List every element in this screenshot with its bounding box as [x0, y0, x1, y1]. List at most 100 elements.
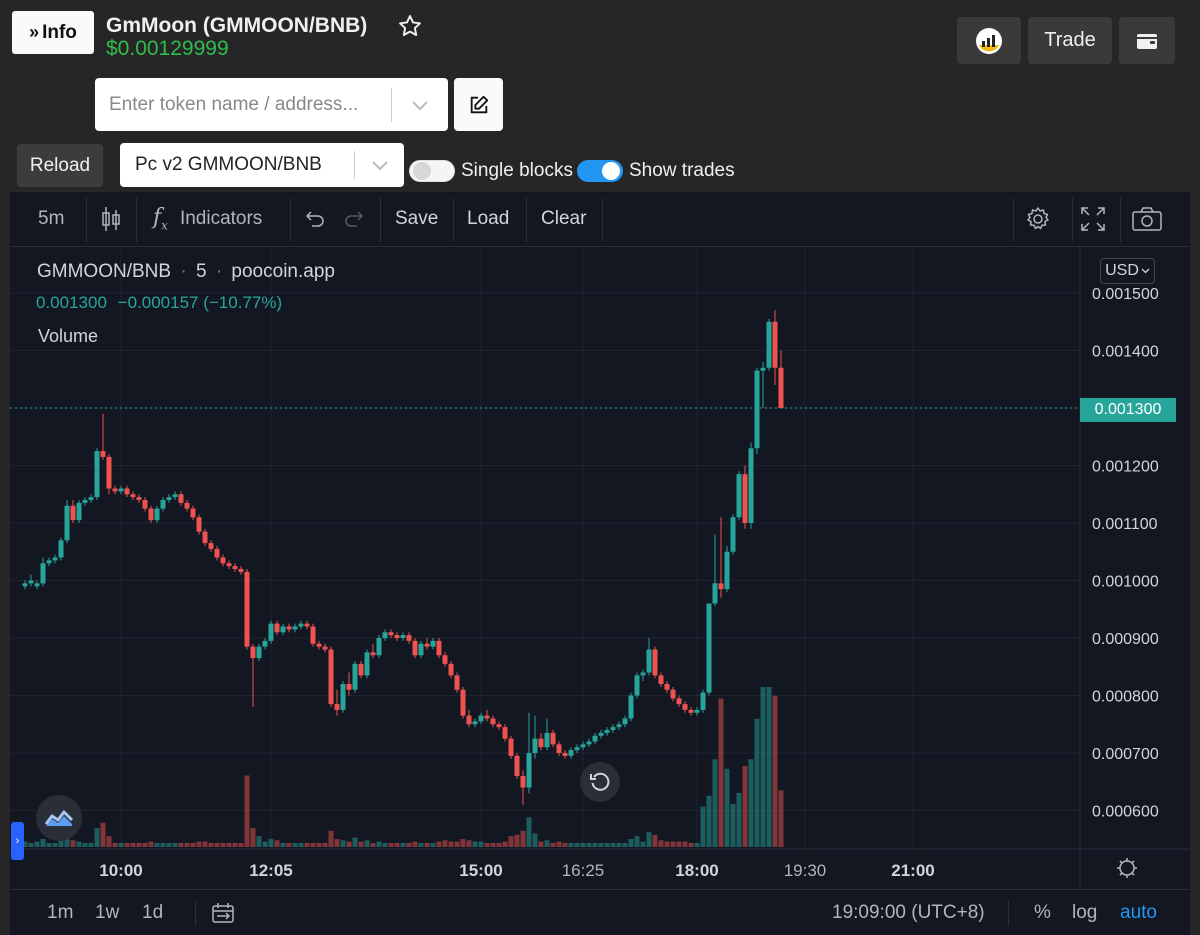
candle: [544, 732, 550, 748]
volume-bar: [136, 842, 142, 847]
volume-bar: [274, 840, 280, 847]
volume-bar: [442, 840, 448, 847]
candle: [40, 563, 46, 584]
volume-bar: [694, 842, 700, 847]
clear-button[interactable]: Clear: [541, 192, 586, 246]
candle: [196, 517, 202, 532]
trade-button[interactable]: Trade: [1028, 17, 1112, 64]
interval-button[interactable]: 5m: [38, 192, 64, 246]
candle: [154, 508, 160, 521]
candle: [556, 744, 562, 753]
volume-bar: [310, 842, 316, 847]
price-axis-label: 0.001100: [1092, 516, 1158, 533]
info-button[interactable]: » Info: [12, 11, 94, 54]
settings-icon[interactable]: [1024, 192, 1052, 246]
volume-bar: [688, 842, 694, 847]
candle: [496, 724, 502, 728]
save-button[interactable]: Save: [395, 192, 438, 246]
volume-bar: [412, 841, 418, 847]
candle: [628, 695, 634, 719]
volume-bar: [94, 828, 100, 847]
volume-bar: [712, 759, 718, 847]
double-chevron-right-icon: »: [29, 22, 39, 42]
axis-settings-icon-tooth: [1119, 872, 1123, 876]
volume-bar: [664, 841, 670, 847]
range-1w-button[interactable]: 1w: [95, 890, 119, 935]
redo-icon[interactable]: [343, 192, 365, 246]
volume-bar: [484, 842, 490, 847]
volume-label: Volume: [38, 326, 99, 346]
volume-bar: [586, 842, 592, 847]
percent-scale-button[interactable]: %: [1034, 890, 1051, 935]
price-axis-label: 0.000900: [1092, 631, 1159, 648]
edit-button[interactable]: [454, 78, 503, 131]
volume-bar: [106, 836, 112, 847]
volume-bar: [244, 775, 250, 847]
search-input[interactable]: [95, 93, 391, 116]
auto-scale-button[interactable]: auto: [1120, 890, 1157, 935]
chevron-down-icon[interactable]: [392, 99, 448, 111]
candle: [406, 635, 412, 641]
volume-bar: [214, 842, 220, 847]
volume-bar: [502, 841, 508, 847]
volume-bar: [520, 830, 526, 847]
currency-label: USD: [1105, 262, 1139, 279]
reset-chart-icon[interactable]: [580, 762, 620, 802]
tradingview-logo-icon[interactable]: [36, 795, 82, 841]
load-button[interactable]: Load: [467, 192, 509, 246]
volume-bar: [730, 803, 736, 847]
candle: [382, 632, 388, 638]
price-axis-label: 0.000600: [1092, 804, 1159, 821]
candle: [250, 646, 256, 659]
price-axis-label: 0.001000: [1092, 574, 1159, 591]
chevron-right-icon[interactable]: ›: [11, 822, 24, 860]
price-axis-label: 0.001400: [1092, 344, 1159, 361]
candle: [682, 704, 688, 710]
candle: [364, 652, 370, 676]
volume-bar: [706, 795, 712, 847]
candle: [670, 689, 676, 699]
volume-bar: [478, 841, 484, 847]
pair-select[interactable]: Pc v2 GMMOON/BNB: [120, 143, 404, 187]
undo-icon[interactable]: [304, 192, 326, 246]
indicators-button[interactable]: fx Indicators: [153, 192, 262, 246]
volume-bar: [568, 842, 574, 847]
single-blocks-toggle[interactable]: [409, 160, 455, 182]
candle: [160, 500, 166, 509]
candle: [568, 750, 574, 756]
volume-bar: [46, 842, 52, 847]
candle-style-icon[interactable]: [99, 192, 123, 246]
chart-logo-button[interactable]: [957, 17, 1021, 64]
chevron-down-icon[interactable]: [355, 159, 404, 171]
candle: [76, 502, 82, 521]
volume-bar: [406, 842, 412, 847]
wallet-button[interactable]: [1119, 17, 1175, 64]
candle: [238, 569, 244, 572]
range-1d-button[interactable]: 1d: [142, 890, 163, 935]
candle: [592, 735, 598, 742]
volume-bar: [58, 840, 64, 847]
candle: [580, 744, 586, 748]
candle: [754, 370, 760, 449]
legend-values: 0.001300 −0.000157 (−10.77%): [36, 293, 282, 313]
camera-icon[interactable]: [1131, 192, 1163, 246]
candle: [184, 502, 190, 509]
volume-bar: [640, 841, 646, 847]
axis-settings-icon[interactable]: [1119, 860, 1135, 876]
volume-bar: [40, 838, 46, 847]
fullscreen-icon[interactable]: [1080, 192, 1106, 246]
range-1m-button[interactable]: 1m: [47, 890, 73, 935]
date-range-icon[interactable]: [211, 890, 235, 935]
candle: [604, 730, 610, 733]
reload-button[interactable]: Reload: [17, 144, 103, 187]
show-trades-toggle[interactable]: [577, 160, 623, 182]
log-scale-button[interactable]: log: [1072, 890, 1097, 935]
time-axis-label: 16:25: [562, 861, 605, 880]
token-search[interactable]: [95, 78, 448, 131]
volume-bar: [598, 842, 604, 847]
volume-bar: [400, 842, 406, 847]
legend-symbol: GMMOON/BNB: [37, 261, 172, 282]
star-icon[interactable]: [397, 13, 423, 39]
currency-button[interactable]: USD: [1100, 258, 1155, 284]
candle: [502, 727, 508, 739]
